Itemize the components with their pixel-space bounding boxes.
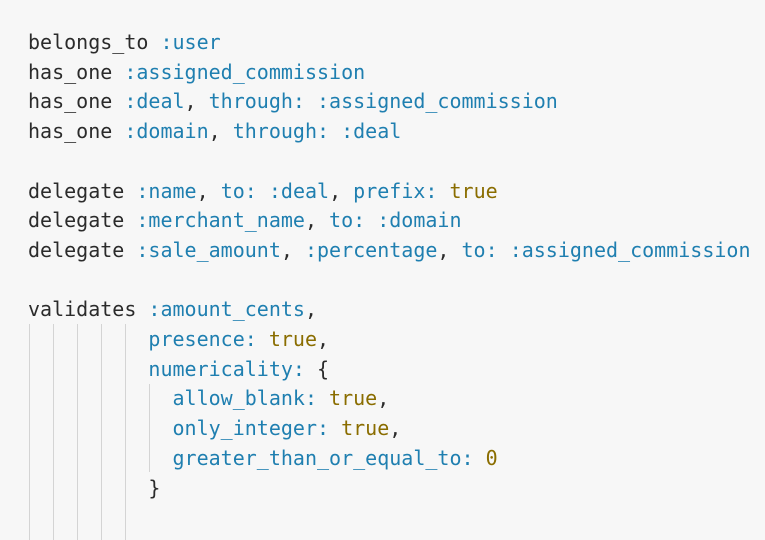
code-text-token: delegate bbox=[28, 178, 137, 203]
code-literal-token: true bbox=[341, 416, 390, 441]
code-literal-token: true bbox=[449, 178, 498, 203]
code-literal-token: true bbox=[329, 386, 378, 411]
code-symbol-token: :assigned_commission bbox=[317, 89, 558, 114]
code-text-token: , bbox=[317, 327, 330, 351]
code-text-token: has_one bbox=[28, 59, 125, 84]
code-symbol-token: :deal bbox=[124, 89, 185, 114]
code-literal-token: 0 bbox=[485, 445, 498, 470]
code-text-token: , bbox=[184, 89, 209, 114]
code-symbol-token: to: bbox=[220, 178, 257, 203]
code-symbol-token: to: bbox=[329, 208, 366, 233]
code-symbol-token: :percentage bbox=[304, 237, 438, 262]
code-text-token: } bbox=[148, 475, 161, 500]
code-text-token: belongs_to bbox=[28, 30, 161, 54]
code-text-token: , bbox=[377, 386, 390, 411]
code-text-token: has_one bbox=[28, 89, 125, 114]
code-symbol-token: through: bbox=[208, 89, 305, 114]
code-symbol-token: greater_than_or_equal_to: bbox=[172, 445, 474, 470]
code-text-token: , bbox=[208, 119, 233, 144]
code-symbol-token: :merchant_name bbox=[136, 208, 305, 233]
code-symbol-token: only_integer: bbox=[172, 416, 330, 441]
code-symbol-token: :assigned_commission bbox=[509, 237, 751, 262]
code-symbol-token: :deal bbox=[268, 178, 330, 203]
code-text-token: delegate bbox=[28, 208, 137, 233]
code-text-token: { bbox=[304, 356, 330, 381]
code-line: belongs_to :user bbox=[28, 27, 221, 57]
code-line: delegate :merchant_name, to: :domain bbox=[28, 205, 462, 235]
code-text-token: , bbox=[329, 178, 354, 203]
code-line: has_one :deal, through: :assigned_commis… bbox=[28, 86, 558, 116]
code-symbol-token: :domain bbox=[377, 208, 462, 233]
code-text-token: validates bbox=[28, 297, 149, 322]
code-symbol-token: prefix: bbox=[353, 178, 438, 203]
code-line: presence: true, bbox=[28, 324, 329, 354]
code-text-token: , bbox=[280, 237, 305, 262]
code-text-token: , bbox=[389, 416, 402, 441]
code-symbol-token: presence: bbox=[148, 327, 257, 351]
code-symbol-token: :sale_amount bbox=[136, 237, 281, 262]
code-symbol-token: to: bbox=[461, 237, 498, 262]
code-text-token: , bbox=[304, 297, 318, 322]
code-text-token: , bbox=[304, 208, 330, 233]
code-symbol-token: through: bbox=[232, 119, 330, 144]
code-text-token: delegate bbox=[28, 237, 137, 262]
code-line: has_one :assigned_commission bbox=[28, 57, 365, 87]
code-line: } bbox=[28, 473, 160, 503]
code-symbol-token: :deal bbox=[341, 119, 402, 144]
code-line: delegate :sale_amount, :percentage, to: … bbox=[28, 235, 751, 265]
code-line: only_integer: true, bbox=[28, 413, 402, 443]
code-text-token: has_one bbox=[28, 119, 125, 144]
code-symbol-token: :name bbox=[136, 178, 197, 203]
code-symbol-token: :domain bbox=[124, 119, 209, 144]
code-line: numericality: { bbox=[28, 354, 329, 384]
code-literal-token: true bbox=[268, 327, 318, 351]
code-line: delegate :name, to: :deal, prefix: true bbox=[28, 176, 498, 206]
code-symbol-token: :assigned_commission bbox=[124, 59, 366, 84]
code-text-token: , bbox=[196, 178, 221, 203]
code-text-token: , bbox=[437, 237, 462, 262]
code-symbol-token: allow_blank: bbox=[172, 386, 318, 411]
code-symbol-token: :user bbox=[160, 30, 221, 54]
code-line: validates :amount_cents, bbox=[28, 294, 317, 324]
code-line: greater_than_or_equal_to: 0 bbox=[28, 443, 498, 473]
code-symbol-token: numericality: bbox=[148, 356, 305, 381]
code-line: allow_blank: true, bbox=[28, 383, 390, 413]
code-symbol-token: :amount_cents bbox=[148, 297, 305, 322]
code-editor[interactable]: belongs_to :user has_one :assigned_commis… bbox=[0, 0, 765, 540]
code-line: has_one :domain, through: :deal bbox=[28, 116, 401, 146]
